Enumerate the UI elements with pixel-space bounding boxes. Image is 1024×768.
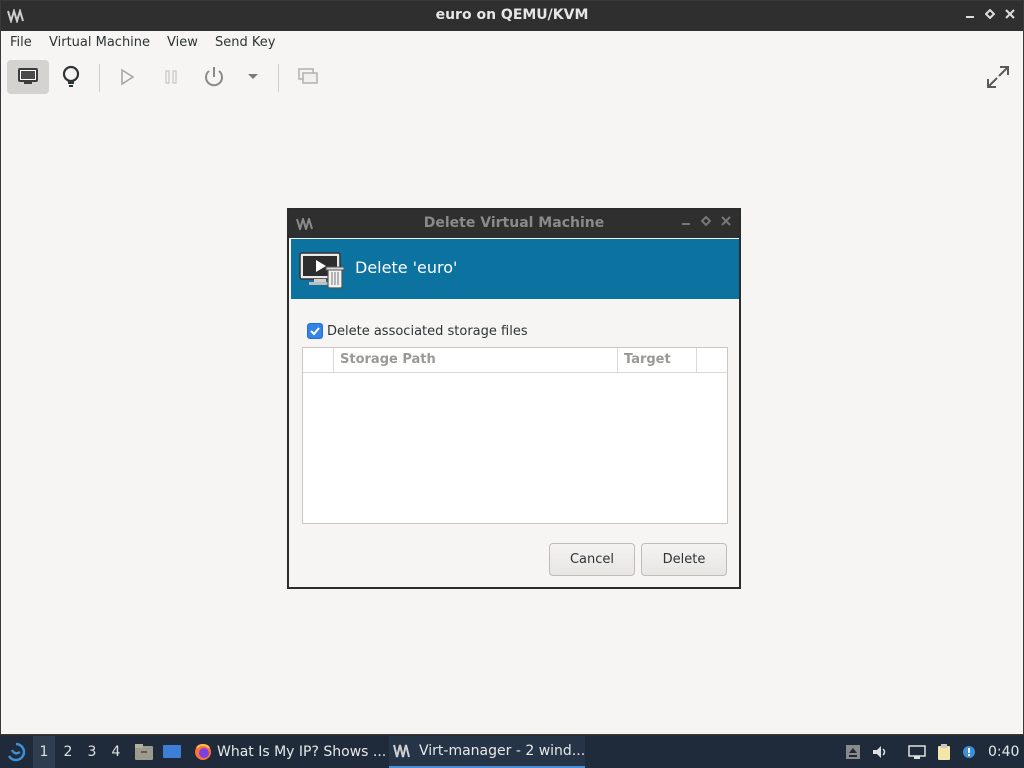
taskbar: 1 2 3 4 What Is My IP? Shows ... Virt-ma… [0,736,1024,768]
checkmark-icon [310,327,320,336]
details-view-button[interactable] [50,60,92,94]
minimize-icon [682,223,690,225]
menu-view[interactable]: View [167,35,198,50]
pause-button[interactable] [150,60,192,94]
column-header-extra[interactable] [697,348,727,373]
eject-icon[interactable] [844,744,862,760]
distro-logo-icon [7,742,26,762]
storage-table[interactable]: Storage Path Target [302,347,728,524]
virt-manager-icon [393,744,410,758]
minimize-icon [966,16,974,18]
restore-icon [984,8,996,20]
volume-icon[interactable] [871,744,889,760]
network-icon[interactable] [908,744,926,760]
power-icon [205,67,223,87]
taskbar-task-firefox[interactable]: What Is My IP? Shows ... [193,736,385,768]
cancel-button[interactable]: Cancel [549,543,635,576]
firefox-icon [195,744,211,760]
snapshots-button[interactable] [287,60,329,94]
toolbar-separator [278,64,279,92]
console-view-button[interactable] [7,60,49,94]
table-header: Storage Path Target [303,348,727,373]
column-header-target[interactable]: Target [618,348,697,373]
workspace-2[interactable]: 2 [57,736,79,768]
task-label: What Is My IP? Shows ... [217,744,385,760]
minimize-button[interactable] [962,7,978,23]
monitor-icon [18,68,38,84]
play-icon [121,68,135,86]
close-icon [721,216,731,226]
dialog-maximize-button[interactable] [699,215,713,231]
clock[interactable]: 0:40 [988,736,1022,768]
pause-icon [165,70,177,84]
clipboard-icon[interactable] [935,744,953,760]
window-title: euro on QEMU/KVM [435,7,589,23]
workspace-3[interactable]: 3 [81,736,103,768]
toolbar-separator [99,64,100,92]
run-button[interactable] [106,60,148,94]
task-label: Virt-manager - 2 wind... [419,743,585,759]
fullscreen-button[interactable] [977,60,1019,94]
shutdown-menu-button[interactable] [237,60,269,94]
dialog-close-button[interactable] [719,215,733,231]
shutdown-button[interactable] [193,60,235,94]
menu-virtual-machine[interactable]: Virtual Machine [49,35,150,50]
window-titlebar[interactable]: euro on QEMU/KVM [1,1,1023,31]
start-menu-button[interactable] [4,736,28,768]
workspace-1[interactable]: 1 [33,736,55,768]
delete-button[interactable]: Delete [641,543,727,576]
close-icon [1005,9,1015,19]
desktop-icon [163,745,181,758]
workspace-4[interactable]: 4 [105,736,127,768]
dialog-minimize-button[interactable] [679,215,693,231]
restore-icon [700,215,712,227]
delete-storage-label[interactable]: Delete associated storage files [327,324,528,339]
file-manager-launcher[interactable] [134,736,154,768]
delete-storage-option[interactable]: Delete associated storage files [307,322,528,340]
dialog-title: Delete Virtual Machine [423,215,605,231]
desktop-launcher[interactable] [162,736,184,768]
menu-file[interactable]: File [10,35,32,50]
column-header-check[interactable] [303,348,334,373]
close-button[interactable] [1002,7,1018,23]
menubar: File Virtual Machine View Send Key [1,31,1023,56]
chevron-down-icon [248,74,258,79]
menu-send-key[interactable]: Send Key [215,35,275,50]
taskbar-task-virt-manager[interactable]: Virt-manager - 2 wind... [389,736,585,768]
toolbar [1,56,1023,98]
dialog-titlebar[interactable]: Delete Virtual Machine [289,210,739,238]
delete-storage-checkbox[interactable] [307,323,323,339]
lightbulb-icon [62,65,80,87]
update-notification-icon[interactable] [961,744,979,760]
fullscreen-icon [987,66,1009,88]
maximize-button[interactable] [982,7,998,23]
column-header-storage-path[interactable]: Storage Path [334,348,618,373]
vm-delete-icon [299,252,345,289]
dialog-banner: Delete 'euro' [291,239,739,299]
banner-title: Delete 'euro' [355,258,458,277]
folder-icon [135,744,153,760]
snapshots-icon [298,68,318,84]
delete-vm-dialog: Delete Virtual Machine Delete 'euro' Del… [287,208,741,589]
